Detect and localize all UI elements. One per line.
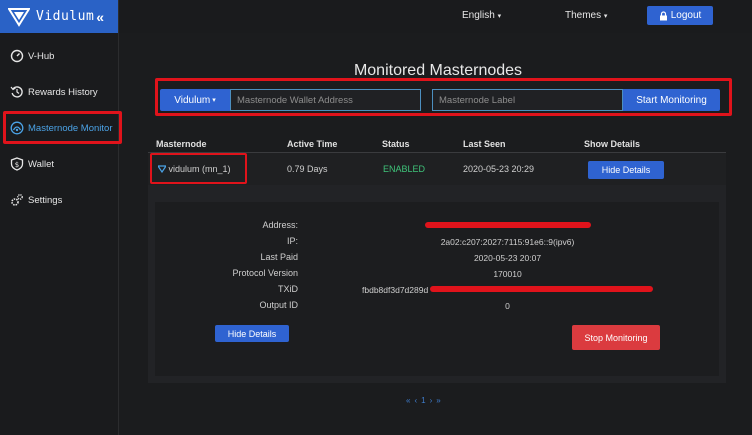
caret-down-icon: ▾: [497, 13, 502, 20]
lock-icon: [659, 10, 667, 20]
active-time-cell: 0.79 Days: [287, 164, 328, 174]
language-dropdown[interactable]: English ▾: [462, 10, 501, 21]
logout-label: Logout: [670, 10, 702, 21]
hide-details-button[interactable]: Hide Details: [588, 161, 664, 179]
pagination: «‹1›»: [406, 396, 445, 405]
status-badge: ENABLED: [383, 164, 426, 174]
detail-label-address: Address:: [262, 220, 298, 230]
masternode-cell-highlight: [150, 153, 247, 184]
themes-dropdown[interactable]: Themes ▾: [565, 10, 607, 21]
search-bar: Vidulum ▾ Masternode Wallet Address Mast…: [160, 89, 722, 111]
sidebar-item-rewards-history[interactable]: Rewards History: [0, 77, 118, 107]
redaction-mark: [430, 286, 653, 292]
detail-value-ip: 2a02:c207:2027:7115:91e6::9(ipv6): [440, 237, 575, 247]
masternode-address-input[interactable]: Masternode Wallet Address: [230, 89, 421, 111]
sidebar-item-wallet[interactable]: $ Wallet: [0, 149, 118, 179]
vidulum-logo-icon: [8, 7, 30, 27]
header-last-seen: Last Seen: [463, 139, 506, 149]
svg-text:$: $: [15, 161, 19, 169]
stop-monitoring-label: Stop Monitoring: [584, 332, 648, 343]
header-status: Status: [382, 139, 410, 149]
start-monitoring-label: Start Monitoring: [636, 94, 707, 106]
sidebar-item-label: Wallet: [28, 158, 55, 170]
hide-details-bottom-button[interactable]: Hide Details: [215, 325, 289, 342]
detail-label-txid: TXiD: [278, 284, 298, 294]
detail-label-last-paid: Last Paid: [260, 252, 298, 262]
last-seen-cell: 2020-05-23 20:29: [463, 164, 535, 174]
redaction-mark: [425, 222, 591, 228]
logout-button[interactable]: Logout: [647, 6, 713, 25]
detail-value-txid: fbdb8df3d7d289d: [362, 285, 429, 295]
masternode-label-input[interactable]: Masternode Label: [432, 89, 623, 111]
brand-bar[interactable]: Vidulum «: [0, 0, 118, 33]
masternode-monitor-highlight: [3, 111, 122, 144]
start-monitoring-button[interactable]: Start Monitoring: [623, 89, 720, 111]
hide-details-label: Hide Details: [601, 165, 651, 175]
address-placeholder: Masternode Wallet Address: [237, 94, 353, 106]
hide-details-label: Hide Details: [227, 328, 277, 339]
header-show-details: Show Details: [584, 139, 641, 149]
header-masternode: Masternode: [156, 139, 207, 149]
detail-label-output-id: Output ID: [259, 300, 298, 310]
themes-label: Themes: [565, 10, 602, 21]
sidebar-item-settings[interactable]: Settings: [0, 185, 118, 215]
coin-label: Vidulum: [174, 94, 211, 106]
pager-last[interactable]: »: [436, 396, 444, 405]
detail-label-protocol-version: Protocol Version: [232, 268, 298, 278]
gears-icon: [11, 194, 23, 206]
sidebar-item-label: Rewards History: [28, 86, 98, 98]
collapse-icon[interactable]: «: [96, 9, 104, 25]
detail-label-ip: IP:: [286, 236, 298, 246]
pager-current[interactable]: 1: [421, 396, 429, 405]
sidebar-item-label: V-Hub: [28, 50, 55, 62]
detail-value-last-paid: 2020-05-23 20:07: [473, 253, 542, 263]
detail-value-output-id: 0: [505, 301, 510, 311]
language-label: English: [462, 10, 495, 21]
sidebar-item-label: Settings: [28, 194, 63, 206]
brand-name: Vidulum: [36, 9, 95, 24]
stop-monitoring-button[interactable]: Stop Monitoring: [572, 325, 660, 350]
coin-select-button[interactable]: Vidulum ▾: [160, 89, 230, 111]
label-placeholder: Masternode Label: [439, 94, 516, 106]
sidebar-item-vhub[interactable]: V-Hub: [0, 41, 118, 71]
detail-value-protocol-version: 170010: [493, 269, 522, 279]
caret-down-icon: ▾: [212, 97, 216, 104]
gauge-icon: [10, 49, 24, 63]
caret-down-icon: ▾: [603, 13, 608, 20]
wallet-icon: $: [10, 157, 24, 171]
header-active-time: Active Time: [287, 139, 338, 149]
sidebar: Vidulum « V-Hub Rewards History Masterno…: [0, 0, 122, 435]
history-icon: [10, 86, 23, 98]
